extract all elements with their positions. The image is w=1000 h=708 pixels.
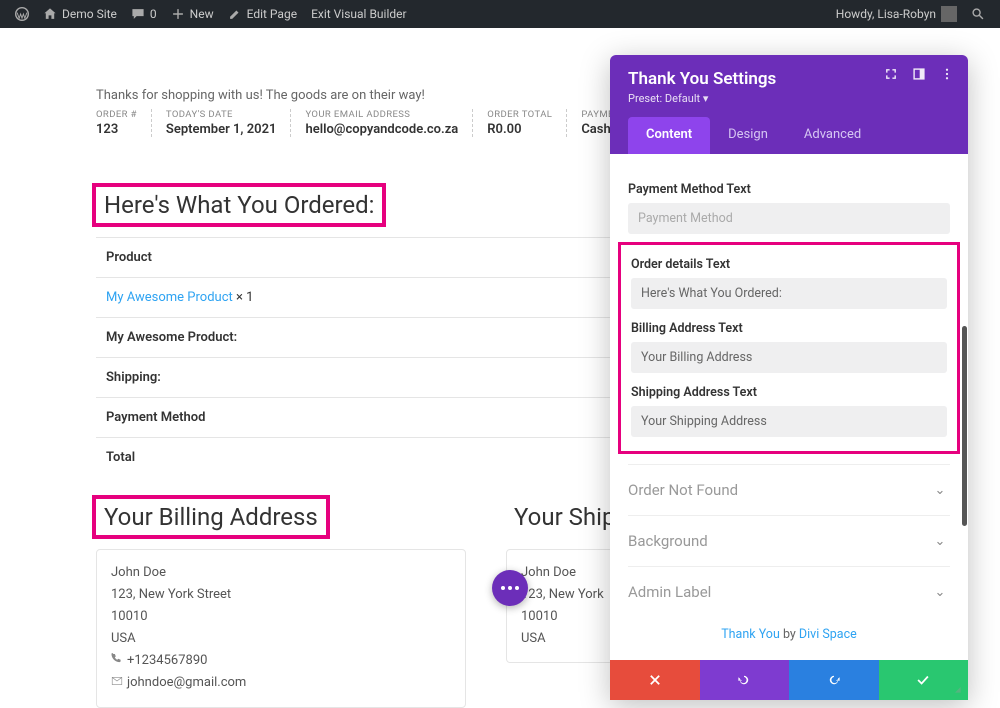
field-label: Payment Method Text bbox=[628, 182, 950, 197]
credit-author-link[interactable]: Divi Space bbox=[799, 627, 857, 642]
addr-line: John Doe bbox=[111, 562, 451, 584]
payment-method-text-input[interactable] bbox=[628, 203, 950, 234]
search-toggle[interactable] bbox=[964, 0, 992, 28]
field-label: Billing Address Text bbox=[631, 321, 947, 336]
chevron-down-icon: ⌄ bbox=[930, 483, 950, 498]
comments-menu[interactable]: 0 bbox=[124, 0, 164, 28]
panel-body: Payment Method Text Order details Text B… bbox=[610, 154, 968, 660]
addr-line: 123, New York Street bbox=[111, 584, 451, 606]
meta-value: 123 bbox=[96, 122, 137, 137]
shipping-address-text-input[interactable] bbox=[631, 406, 947, 437]
expand-icon[interactable] bbox=[884, 67, 898, 81]
mail-icon bbox=[111, 675, 123, 687]
accordion-label: Admin Label bbox=[628, 583, 711, 601]
accordion-background[interactable]: Background ⌄ bbox=[628, 515, 950, 566]
panel-preset[interactable]: Preset: Default ▾ bbox=[628, 92, 950, 105]
highlighted-fields: Order details Text Billing Address Text … bbox=[618, 242, 960, 454]
credit-by: by bbox=[780, 627, 799, 642]
addr-phone: +1234567890 bbox=[127, 653, 207, 668]
builder-fab[interactable] bbox=[492, 570, 528, 606]
meta-value: hello@copyandcode.co.za bbox=[305, 122, 458, 137]
accordion-label: Order Not Found bbox=[628, 481, 738, 499]
product-link[interactable]: My Awesome Product bbox=[106, 290, 233, 305]
exit-vb-link[interactable]: Exit Visual Builder bbox=[304, 0, 414, 28]
order-details-title: Here's What You Ordered: bbox=[96, 187, 382, 223]
product-qty: × 1 bbox=[233, 290, 254, 305]
site-name: Demo Site bbox=[62, 7, 117, 21]
billing-title: Your Billing Address bbox=[96, 499, 326, 535]
howdy-menu[interactable]: Howdy, Lisa-Robyn bbox=[829, 0, 964, 28]
meta-label: ORDER # bbox=[96, 109, 137, 120]
order-details-text-input[interactable] bbox=[631, 278, 947, 309]
wp-admin-bar: Demo Site 0 New Edit Page Exit Visual Bu… bbox=[0, 0, 1000, 28]
addr-email: johndoe@gmail.com bbox=[127, 675, 246, 690]
credit-module-link[interactable]: Thank You bbox=[721, 627, 780, 642]
meta-label: TODAY'S DATE bbox=[166, 109, 277, 120]
site-menu[interactable]: Demo Site bbox=[36, 0, 124, 28]
redo-button[interactable] bbox=[789, 660, 879, 700]
cancel-button[interactable] bbox=[610, 660, 700, 700]
new-label: New bbox=[190, 7, 214, 21]
billing-address-text-input[interactable] bbox=[631, 342, 947, 373]
kebab-icon[interactable] bbox=[940, 67, 954, 81]
field-label: Shipping Address Text bbox=[631, 385, 947, 400]
comments-count: 0 bbox=[150, 7, 157, 21]
resize-handle-icon[interactable] bbox=[948, 680, 962, 694]
avatar bbox=[941, 6, 957, 22]
phone-icon bbox=[111, 653, 123, 665]
meta-label: YOUR EMAIL ADDRESS bbox=[305, 109, 458, 120]
meta-label: ORDER TOTAL bbox=[487, 109, 552, 120]
scrollbar-thumb[interactable] bbox=[962, 326, 967, 526]
accordion-order-not-found[interactable]: Order Not Found ⌄ bbox=[628, 464, 950, 515]
tab-design[interactable]: Design bbox=[710, 117, 786, 154]
meta-value: September 1, 2021 bbox=[166, 122, 277, 137]
undo-button[interactable] bbox=[700, 660, 790, 700]
new-menu[interactable]: New bbox=[164, 0, 221, 28]
tab-content[interactable]: Content bbox=[628, 117, 710, 154]
settings-panel: Thank You Settings Preset: Default ▾ Con… bbox=[610, 55, 968, 700]
panel-tabs: Content Design Advanced bbox=[628, 117, 950, 154]
panel-actions bbox=[610, 660, 968, 700]
accordion-admin-label[interactable]: Admin Label ⌄ bbox=[628, 566, 950, 617]
chevron-down-icon: ⌄ bbox=[930, 585, 950, 600]
meta-value: R0.00 bbox=[487, 122, 552, 137]
snap-icon[interactable] bbox=[912, 67, 926, 81]
tab-advanced[interactable]: Advanced bbox=[786, 117, 879, 154]
accordion-label: Background bbox=[628, 532, 708, 550]
chevron-down-icon: ⌄ bbox=[930, 534, 950, 549]
wp-logo[interactable] bbox=[8, 0, 36, 28]
exit-vb-label: Exit Visual Builder bbox=[311, 7, 407, 21]
field-label: Order details Text bbox=[631, 257, 947, 272]
howdy-label: Howdy, Lisa-Robyn bbox=[836, 7, 936, 21]
addr-line: USA bbox=[111, 628, 451, 650]
panel-credit: Thank You by Divi Space bbox=[628, 617, 950, 654]
panel-header[interactable]: Thank You Settings Preset: Default ▾ Con… bbox=[610, 55, 968, 154]
edit-page-label: Edit Page bbox=[247, 7, 297, 21]
billing-address-box: John Doe 123, New York Street 10010 USA … bbox=[96, 549, 466, 708]
edit-page-link[interactable]: Edit Page bbox=[221, 0, 304, 28]
